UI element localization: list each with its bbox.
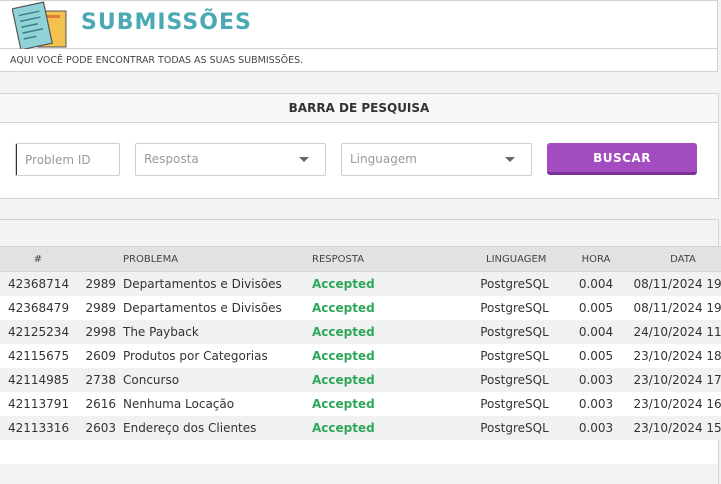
date-cell: 24/10/2024 11:15 [633, 325, 721, 339]
time-cell: 0.003 [578, 397, 614, 411]
language-cell: PostgreSQL [480, 421, 549, 435]
table-footer-spacer [0, 440, 718, 464]
date-cell: 23/10/2024 15:57 [633, 421, 721, 435]
search-button[interactable]: BUSCAR [547, 143, 697, 175]
response-status[interactable]: Accepted [304, 272, 462, 297]
date-cell: 08/11/2024 19:33 [633, 277, 721, 291]
col-header-problem[interactable]: PROBLEMA [116, 246, 304, 272]
page-title: SUBMISSÕES [81, 10, 252, 35]
table-row[interactable]: 42113791 2616 Nenhuma Locação Accepted P… [0, 392, 721, 416]
submission-id-link[interactable]: 42114985 [0, 368, 76, 392]
page-subtitle: AQUI VOCÊ PODE ENCONTRAR TODAS AS SUAS S… [10, 55, 304, 66]
date-cell: 23/10/2024 17:56 [633, 373, 721, 387]
problem-id-link[interactable]: 2989 [76, 296, 116, 320]
response-select[interactable]: Resposta [135, 143, 326, 176]
language-select-label: Linguagem [350, 152, 417, 166]
table-row[interactable]: 42115675 2609 Produtos por Categorias Ac… [0, 344, 721, 368]
header-top: SUBMISSÕES [0, 1, 717, 49]
date-cell: 23/10/2024 16:23 [633, 397, 721, 411]
response-status[interactable]: Accepted [304, 392, 462, 416]
response-select-label: Resposta [144, 152, 199, 166]
language-cell: PostgreSQL [480, 397, 549, 411]
col-header-problem-id [76, 246, 116, 272]
language-cell: PostgreSQL [480, 325, 549, 339]
problem-name-link[interactable]: Departamentos e Divisões [116, 296, 304, 320]
problem-id-link[interactable]: 2609 [76, 344, 116, 368]
time-cell: 0.004 [578, 325, 614, 339]
submissions-papers-icon [12, 1, 67, 49]
problem-id-field [15, 143, 120, 176]
problem-name-link[interactable]: Concurso [116, 368, 304, 392]
submission-id-link[interactable]: 42115675 [0, 344, 76, 368]
page-header: SUBMISSÕES AQUI VOCÊ PODE ENCONTRAR TODA… [0, 0, 718, 72]
submission-id-link[interactable]: 42113316 [0, 416, 76, 440]
search-panel: BARRA DE PESQUISA Resposta Linguagem BUS… [0, 93, 719, 199]
time-cell: 0.004 [578, 277, 614, 291]
problem-name-link[interactable]: The Payback [116, 320, 304, 344]
table-row[interactable]: 42125234 2998 The Payback Accepted Postg… [0, 320, 721, 344]
language-cell: PostgreSQL [480, 277, 549, 291]
problem-name-link[interactable]: Departamentos e Divisões [116, 272, 304, 297]
col-header-time[interactable]: HORA [567, 246, 625, 272]
response-status[interactable]: Accepted [304, 368, 462, 392]
col-header-date[interactable]: DATA [625, 246, 721, 272]
response-status[interactable]: Accepted [304, 416, 462, 440]
problem-id-link[interactable]: 2616 [76, 392, 116, 416]
problem-name-link[interactable]: Produtos por Categorias [116, 344, 304, 368]
language-select[interactable]: Linguagem [341, 143, 532, 176]
submission-id-link[interactable]: 42113791 [0, 392, 76, 416]
submissions-table-panel: # PROBLEMA RESPOSTA LINGUAGEM HORA DATA … [0, 219, 721, 484]
table-topbar [0, 220, 718, 246]
date-cell: 08/11/2024 19:15 [633, 301, 721, 315]
problem-id-link[interactable]: 2738 [76, 368, 116, 392]
table-row[interactable]: 42114985 2738 Concurso Accepted PostgreS… [0, 368, 721, 392]
language-cell: PostgreSQL [480, 349, 549, 363]
time-cell: 0.003 [578, 373, 614, 387]
problem-id-input[interactable] [16, 144, 119, 175]
date-cell: 23/10/2024 18:59 [633, 349, 721, 363]
table-row[interactable]: 42368479 2989 Departamentos e Divisões A… [0, 296, 721, 320]
table-row[interactable]: 42113316 2603 Endereço dos Clientes Acce… [0, 416, 721, 440]
search-panel-title: BARRA DE PESQUISA [0, 94, 718, 123]
caret-down-icon [505, 157, 515, 162]
response-status[interactable]: Accepted [304, 296, 462, 320]
language-cell: PostgreSQL [480, 373, 549, 387]
table-row[interactable]: 42368714 2989 Departamentos e Divisões A… [0, 271, 721, 297]
submissions-table: # PROBLEMA RESPOSTA LINGUAGEM HORA DATA … [0, 246, 721, 440]
time-cell: 0.003 [578, 421, 614, 435]
col-header-language[interactable]: LINGUAGEM [462, 246, 567, 272]
col-header-response[interactable]: RESPOSTA [304, 246, 462, 272]
problem-name-link[interactable]: Nenhuma Locação [116, 392, 304, 416]
time-cell: 0.005 [578, 349, 614, 363]
problem-id-link[interactable]: 2603 [76, 416, 116, 440]
submission-id-link[interactable]: 42125234 [0, 320, 76, 344]
table-header-row: # PROBLEMA RESPOSTA LINGUAGEM HORA DATA [0, 246, 721, 272]
time-cell: 0.005 [578, 301, 614, 315]
problem-id-link[interactable]: 2989 [76, 272, 116, 297]
problem-id-link[interactable]: 2998 [76, 320, 116, 344]
caret-down-icon [299, 157, 309, 162]
col-header-id[interactable]: # [0, 246, 76, 272]
response-status[interactable]: Accepted [304, 320, 462, 344]
language-cell: PostgreSQL [480, 301, 549, 315]
submission-id-link[interactable]: 42368479 [0, 296, 76, 320]
submission-id-link[interactable]: 42368714 [0, 272, 76, 297]
response-status[interactable]: Accepted [304, 344, 462, 368]
problem-name-link[interactable]: Endereço dos Clientes [116, 416, 304, 440]
